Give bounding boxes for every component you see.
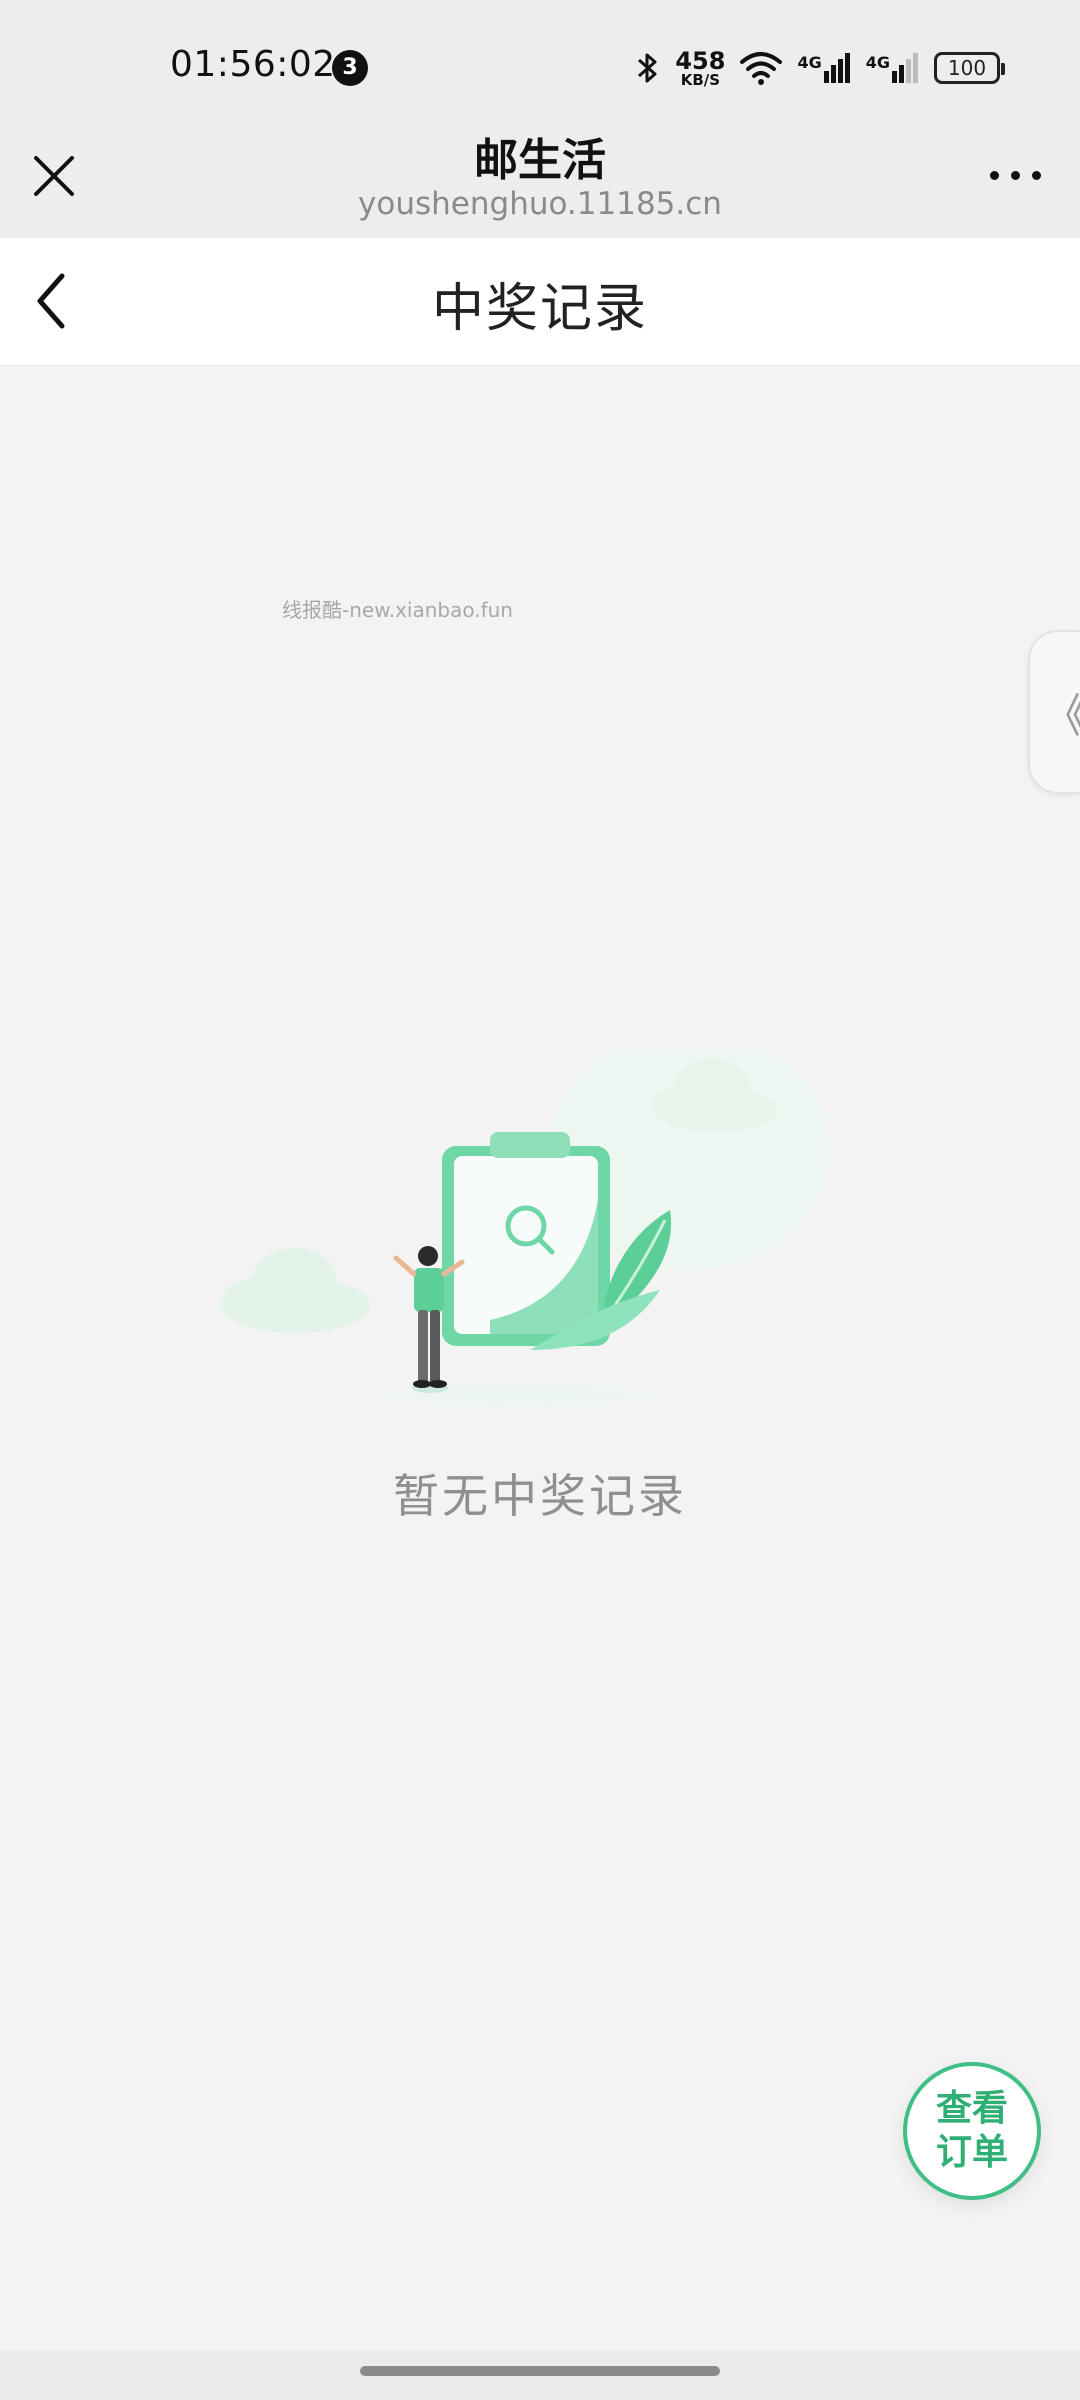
wifi-icon: [740, 52, 783, 85]
watermark-text: 线报酷-new.xianbao.fun: [282, 598, 513, 622]
more-dot: [1011, 170, 1020, 180]
cellular-signal-1: 4G: [797, 53, 851, 83]
empty-state-message: 暂无中奖记录: [393, 1469, 687, 1523]
page-nav-bar: 中奖记录: [0, 238, 1080, 366]
status-bar: 01:56:02 3 458 KB/S 4G 4G 100: [0, 0, 1080, 136]
webview-title: 邮生活: [474, 135, 606, 186]
cellular-signal-2: 4G: [866, 53, 920, 83]
webview-url: youshenghuo.11185.cn: [358, 186, 722, 222]
battery-icon: 100: [934, 52, 1005, 84]
view-orders-button[interactable]: 查看订单: [903, 2062, 1041, 2200]
status-icons: 458 KB/S 4G 4G 100: [635, 44, 1005, 92]
network-speed: 458 KB/S: [675, 46, 726, 89]
view-orders-label: 查看订单: [935, 2088, 1008, 2173]
status-time: 01:56:02: [170, 44, 336, 85]
cloud-left: [220, 1248, 370, 1333]
notification-count-badge: 3: [332, 50, 368, 86]
page-title: 中奖记录: [431, 279, 648, 339]
side-tab-glyph: 《: [1042, 680, 1080, 746]
bluetooth-icon: [638, 53, 657, 83]
signal-bars-icon: [823, 53, 850, 83]
home-indicator[interactable]: [360, 2366, 720, 2376]
signal-bars-icon: [892, 53, 918, 83]
more-dot: [1032, 170, 1041, 180]
more-options-button[interactable]: [990, 160, 1050, 190]
more-dot: [990, 170, 999, 180]
empty-state-illustration: [220, 1050, 830, 1421]
webview-header: 邮生活 youshenghuo.11185.cn: [0, 120, 1080, 238]
side-drawer-tab[interactable]: 《: [1028, 630, 1080, 794]
